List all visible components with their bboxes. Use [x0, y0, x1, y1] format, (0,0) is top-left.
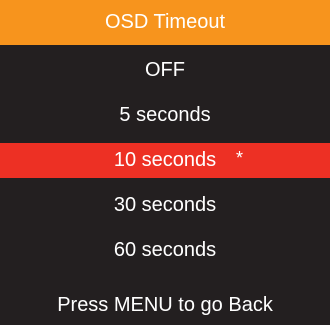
option-label: 5 seconds [119, 104, 211, 126]
option-label: 10 seconds [113, 149, 217, 171]
option-60-seconds[interactable]: 60 seconds [0, 233, 330, 268]
option-30-seconds[interactable]: 30 seconds [0, 188, 330, 223]
selected-marker: * [236, 148, 244, 168]
option-label: 30 seconds [113, 194, 217, 216]
option-label: 60 seconds [113, 239, 217, 261]
timeout-options-list: OFF 5 seconds 10 seconds * 30 seconds 60… [0, 53, 330, 278]
option-label: OFF [145, 59, 185, 81]
option-5-seconds[interactable]: 5 seconds [0, 98, 330, 133]
option-10-seconds[interactable]: 10 seconds * [0, 143, 330, 178]
back-hint: Press MENU to go Back [57, 293, 273, 316]
osd-screen: OSD Timeout OFF 5 seconds 10 seconds * 3… [0, 0, 330, 325]
option-off[interactable]: OFF [0, 53, 330, 88]
menu-title: OSD Timeout [0, 0, 330, 45]
